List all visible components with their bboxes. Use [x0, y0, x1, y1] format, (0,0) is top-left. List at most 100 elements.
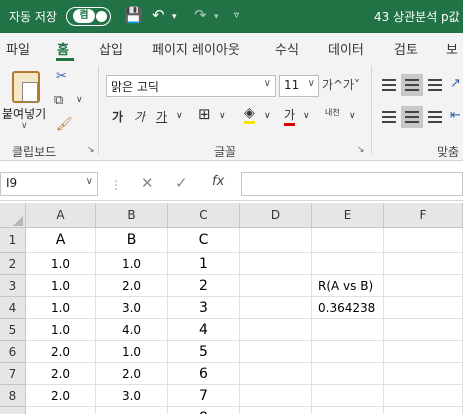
italic-button[interactable]: 가 — [134, 108, 145, 125]
align-right-button[interactable] — [424, 106, 446, 128]
row-header[interactable]: 8 — [0, 385, 26, 407]
align-center-button[interactable] — [401, 106, 423, 128]
column-header-e[interactable]: E — [312, 203, 384, 228]
enter-icon[interactable]: ✓ — [175, 174, 188, 192]
column-header-b[interactable]: B — [96, 203, 168, 228]
borders-dropdown-icon[interactable]: ∨ — [219, 111, 226, 121]
cell-frow9[interactable] — [384, 407, 463, 414]
copy-dropdown-icon[interactable]: ∨ — [76, 95, 83, 105]
cell-a7[interactable]: 2.0 — [26, 363, 96, 385]
cell-a1[interactable]: A — [26, 228, 96, 253]
cell-c3[interactable]: 2 — [168, 275, 240, 297]
align-middle-button[interactable] — [401, 74, 423, 96]
cell-brow9[interactable] — [96, 407, 168, 414]
font-launcher-icon[interactable]: ↘ — [357, 145, 365, 155]
cell-a4[interactable]: 1.0 — [26, 297, 96, 319]
paste-dropdown-icon[interactable]: ∨ — [21, 121, 28, 131]
indent-button[interactable]: ⇤ — [447, 106, 463, 128]
row-header[interactable]: 6 — [0, 341, 26, 363]
cell-crow9[interactable]: 8 — [168, 407, 240, 414]
copy-icon[interactable]: ⧉ — [54, 93, 63, 108]
borders-icon[interactable]: ⊞ — [198, 105, 211, 123]
cell-b3[interactable]: 2.0 — [96, 275, 168, 297]
cell-e8[interactable] — [312, 385, 384, 407]
cell-f4[interactable] — [384, 297, 463, 319]
row-header[interactable]: 4 — [0, 297, 26, 319]
cell-b5[interactable]: 4.0 — [96, 319, 168, 341]
row-header[interactable]: 3 — [0, 275, 26, 297]
cell-c2[interactable]: 1 — [168, 253, 240, 275]
cell-d6[interactable] — [240, 341, 312, 363]
column-header-c[interactable]: C — [168, 203, 240, 228]
paste-button-label[interactable]: 붙여넣기 — [2, 105, 46, 122]
cell-c6[interactable]: 5 — [168, 341, 240, 363]
tab-home[interactable]: 홈 — [57, 39, 69, 58]
cell-d7[interactable] — [240, 363, 312, 385]
cell-e3[interactable]: R(A vs B) — [312, 275, 384, 297]
cut-icon[interactable]: ✂ — [56, 69, 67, 84]
cell-c8[interactable]: 7 — [168, 385, 240, 407]
cell-f8[interactable] — [384, 385, 463, 407]
cell-d3[interactable] — [240, 275, 312, 297]
cell-a3[interactable]: 1.0 — [26, 275, 96, 297]
tab-formulas[interactable]: 수식 — [275, 39, 299, 58]
underline-button[interactable]: 가 — [156, 108, 167, 125]
save-icon[interactable]: 💾 — [124, 6, 143, 24]
cell-arow9[interactable] — [26, 407, 96, 414]
cell-b4[interactable]: 3.0 — [96, 297, 168, 319]
paste-icon[interactable] — [12, 71, 40, 103]
cell-e1[interactable] — [312, 228, 384, 253]
redo-dropdown-icon[interactable]: ▾ — [214, 12, 219, 22]
format-painter-icon[interactable]: 🖌 — [56, 117, 73, 132]
row-header[interactable]: 1 — [0, 228, 26, 253]
cell-erow9[interactable] — [312, 407, 384, 414]
tab-file[interactable]: 파일 — [6, 39, 30, 58]
select-all-corner[interactable] — [0, 203, 26, 228]
align-left-button[interactable] — [378, 106, 400, 128]
formula-input[interactable] — [241, 172, 463, 196]
cell-b6[interactable]: 1.0 — [96, 341, 168, 363]
cancel-icon[interactable]: ✕ — [141, 174, 154, 192]
cell-f2[interactable] — [384, 253, 463, 275]
font-color-dropdown-icon[interactable]: ∨ — [303, 111, 310, 121]
orientation-button[interactable]: ↗ — [447, 74, 463, 96]
redo-icon[interactable]: ↷ — [194, 6, 207, 24]
cell-e5[interactable] — [312, 319, 384, 341]
cell-d1[interactable] — [240, 228, 312, 253]
column-header-a[interactable]: A — [26, 203, 96, 228]
undo-dropdown-icon[interactable]: ▾ — [172, 12, 177, 22]
cell-b2[interactable]: 1.0 — [96, 253, 168, 275]
row-header[interactable] — [0, 407, 26, 414]
fill-color-dropdown-icon[interactable]: ∨ — [264, 111, 271, 121]
cell-d4[interactable] — [240, 297, 312, 319]
cell-c7[interactable]: 6 — [168, 363, 240, 385]
tab-data[interactable]: 데이터 — [328, 39, 364, 58]
bold-button[interactable]: 가 — [112, 108, 123, 125]
row-header[interactable]: 5 — [0, 319, 26, 341]
cell-f5[interactable] — [384, 319, 463, 341]
cell-d8[interactable] — [240, 385, 312, 407]
cell-a5[interactable]: 1.0 — [26, 319, 96, 341]
undo-icon[interactable]: ↶ — [152, 6, 165, 24]
cell-c1[interactable]: C — [168, 228, 240, 253]
autosave-toggle[interactable]: 켬 — [66, 7, 111, 26]
cell-b8[interactable]: 3.0 — [96, 385, 168, 407]
column-header-d[interactable]: D — [240, 203, 312, 228]
fill-color-icon[interactable]: ◈ — [244, 105, 255, 124]
underline-dropdown-icon[interactable]: ∨ — [176, 111, 183, 121]
cell-c5[interactable]: 4 — [168, 319, 240, 341]
cell-b7[interactable]: 2.0 — [96, 363, 168, 385]
cell-f3[interactable] — [384, 275, 463, 297]
customize-qat-icon[interactable]: ▿ — [234, 10, 239, 21]
cell-drow9[interactable] — [240, 407, 312, 414]
row-header[interactable]: 2 — [0, 253, 26, 275]
tab-page-layout[interactable]: 페이지 레이아웃 — [152, 39, 240, 58]
cell-a2[interactable]: 1.0 — [26, 253, 96, 275]
insert-function-icon[interactable]: fx — [212, 174, 224, 189]
grow-font-icon[interactable]: 가^ — [322, 76, 343, 93]
cell-e6[interactable] — [312, 341, 384, 363]
clipboard-launcher-icon[interactable]: ↘ — [87, 145, 95, 155]
align-bottom-button[interactable] — [424, 74, 446, 96]
name-box[interactable]: I9 ∨ — [0, 172, 98, 196]
align-top-button[interactable] — [378, 74, 400, 96]
